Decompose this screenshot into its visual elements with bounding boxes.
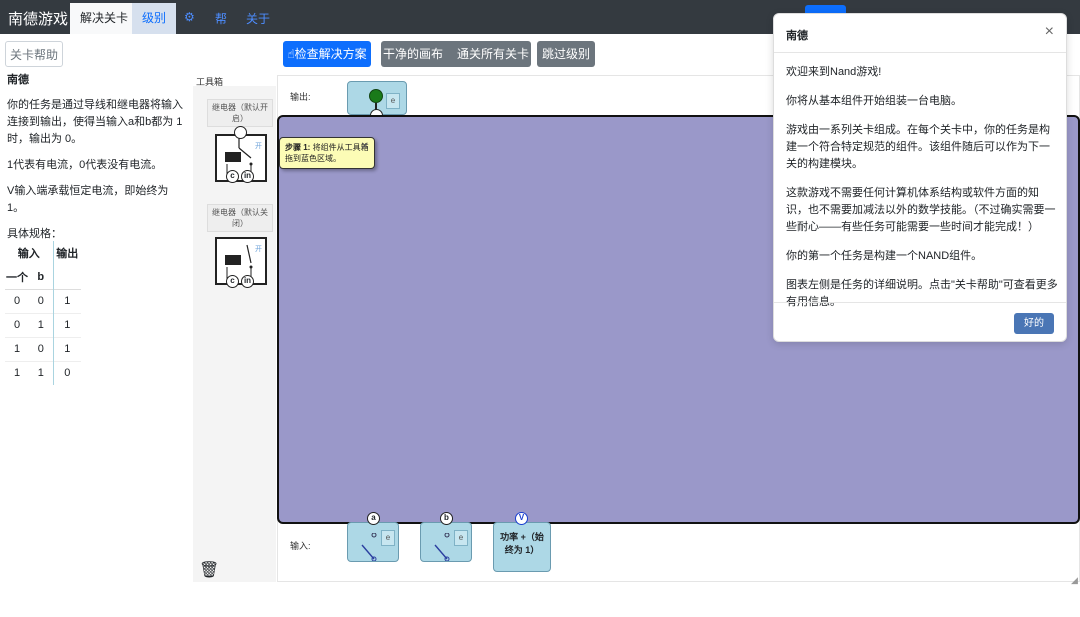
- modal-header: 南德 ×: [774, 14, 1066, 53]
- check-icon: ☝: [287, 47, 295, 61]
- ok-button[interactable]: 好的: [1014, 313, 1054, 334]
- truth-cell: 1: [29, 361, 54, 385]
- modal-body: 欢迎来到Nand游戏! 你将从基本组件开始组装一台电脑。 游戏由一系列关卡组成。…: [786, 64, 1058, 323]
- clear-canvas-button[interactable]: 干净的画布: [383, 47, 457, 61]
- truth-header-input: 输入: [5, 241, 54, 265]
- switch-b-icon: [434, 533, 450, 561]
- tab-solve-level[interactable]: 解决关卡: [70, 3, 139, 34]
- pass-all-levels-button[interactable]: 通关所有关卡: [457, 47, 529, 61]
- output-led-icon: [369, 89, 383, 103]
- truth-header-output: 输出: [56, 248, 79, 260]
- input-label: 输入:: [290, 541, 311, 551]
- modal-levels-text: 游戏由一系列关卡组成。在每个关卡中，你的任务是构建一个符合特定规范的组件。该组件…: [786, 124, 1050, 170]
- level-help-button[interactable]: 关卡帮助: [5, 41, 63, 67]
- input-b-edit-icon[interactable]: e: [454, 530, 468, 546]
- switch-a-icon: [361, 533, 377, 561]
- truth-cell: 1: [29, 313, 54, 337]
- relay-on-top-port[interactable]: [234, 126, 247, 139]
- truth-cell: 0: [13, 295, 21, 307]
- svg-text:开: 开: [255, 142, 262, 150]
- trash-icon[interactable]: 🗑: [199, 560, 219, 580]
- level-title: 南德: [7, 74, 29, 86]
- modal-welcome-text: 欢迎来到Nand游戏!: [786, 66, 882, 78]
- tab-levels[interactable]: 级别: [132, 3, 177, 34]
- step-tooltip: 步骤 1: 将组件从工具箱拖到蓝色区域。 ✕: [279, 137, 375, 169]
- relay-on-card-label[interactable]: 继电器（默认开启）: [207, 99, 273, 127]
- relay-on-port-in[interactable]: in: [241, 170, 254, 183]
- relay-off-port-in[interactable]: in: [241, 275, 254, 288]
- truth-sub-b: b: [29, 265, 54, 289]
- truth-cell: 0: [29, 289, 54, 313]
- truth-cell: 1: [64, 319, 71, 331]
- spec-task-text: 你的任务是通过导线和继电器将输入连接到输出，使得当输入a和b都为 1 时，输出为…: [7, 99, 183, 145]
- input-b-port[interactable]: b: [440, 512, 453, 525]
- svg-text:开: 开: [255, 245, 262, 253]
- level-spec-panel: 南德 你的任务是通过导线和继电器将输入连接到输出，使得当输入a和b都为 1 时，…: [7, 72, 187, 252]
- output-label: 输出:: [290, 92, 311, 102]
- truth-table: 输入 输出 一个 b 001 011 101 110: [5, 241, 81, 385]
- truth-cell: 0: [29, 337, 54, 361]
- app-brand[interactable]: 南德游戏: [8, 8, 68, 29]
- relay-off-port-c[interactable]: c: [226, 275, 239, 288]
- modal-footer: 好的: [774, 302, 1066, 342]
- spec-v-input-text: V输入端承载恒定电流，即始终为 1。: [7, 185, 169, 214]
- check-solution-button[interactable]: ☝检查解决方案: [283, 41, 371, 67]
- spec-current-text: 1代表有电流，0代表没有电流。: [7, 159, 163, 171]
- skip-level-button[interactable]: 跳过级别: [537, 41, 595, 67]
- relay-off-card-label[interactable]: 继电器（默认关闭）: [207, 204, 273, 232]
- modal-intro-text: 你将从基本组件开始组装一台电脑。: [786, 95, 962, 107]
- output-edit-icon[interactable]: e: [386, 93, 400, 109]
- relay-on-port-c[interactable]: c: [226, 170, 239, 183]
- power-component[interactable]: 功率 +（始终为 1）: [493, 522, 551, 572]
- truth-sub-out: [53, 265, 81, 289]
- power-v-port[interactable]: V: [515, 512, 528, 525]
- tooltip-step: 步骤 1:: [285, 143, 311, 152]
- settings-gear-icon[interactable]: ⚙: [184, 10, 195, 24]
- input-a-component[interactable]: e: [347, 522, 399, 562]
- welcome-modal: 南德 × 欢迎来到Nand游戏! 你将从基本组件开始组装一台电脑。 游戏由一系列…: [773, 13, 1067, 342]
- resize-handle-icon[interactable]: ◢: [1071, 575, 1078, 586]
- truth-cell: 0: [64, 367, 71, 380]
- truth-cell: 1: [13, 343, 21, 355]
- truth-cell: 0: [13, 319, 21, 331]
- toolbox-panel: 继电器（默认开启） 开 c in 继电器（默认关闭） 开 c in 🗑: [193, 86, 276, 582]
- modal-knowledge-text: 这款游戏不需要任何计算机体系结构或软件方面的知识，也不需要加减法以外的数学技能。…: [786, 187, 1056, 233]
- nav-about-link[interactable]: 关于: [246, 10, 270, 27]
- modal-title: 南德: [786, 30, 808, 42]
- nav-help-link[interactable]: 帮: [215, 10, 227, 27]
- truth-cell: 1: [13, 367, 21, 380]
- input-b-component[interactable]: e: [420, 522, 472, 562]
- truth-cell: 1: [64, 295, 71, 307]
- tooltip-close-icon[interactable]: ✕: [361, 141, 369, 152]
- input-a-port[interactable]: a: [367, 512, 380, 525]
- modal-close-icon[interactable]: ×: [1045, 23, 1054, 41]
- truth-cell: 1: [64, 343, 71, 355]
- input-a-edit-icon[interactable]: e: [381, 530, 395, 546]
- modal-first-task-text: 你的第一个任务是构建一个NAND组件。: [786, 250, 983, 262]
- relay-coil-icon: 开: [225, 244, 262, 281]
- check-solution-label: 检查解决方案: [294, 47, 367, 61]
- truth-sub-a: 一个: [6, 271, 28, 284]
- canvas-actions-group: 干净的画布 通关所有关卡: [381, 41, 531, 67]
